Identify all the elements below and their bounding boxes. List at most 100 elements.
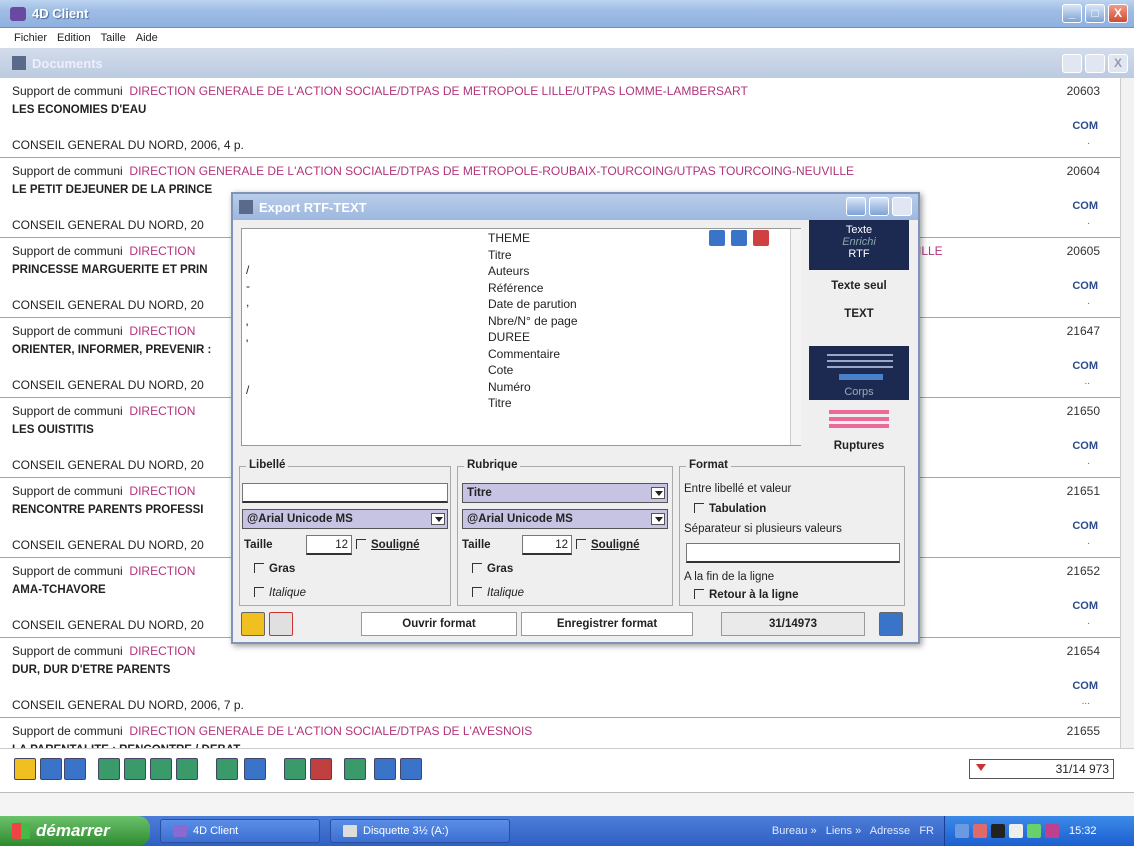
menu-aide[interactable]: Aide bbox=[136, 32, 158, 44]
record-publisher: CONSEIL GENERAL DU NORD, 20 bbox=[12, 618, 204, 632]
record-counter[interactable]: 31/14 973 bbox=[969, 759, 1114, 779]
rubrique-font-select[interactable]: @Arial Unicode MS bbox=[462, 509, 668, 529]
cancel-icon[interactable] bbox=[269, 612, 293, 636]
sort-icon[interactable] bbox=[310, 758, 332, 780]
libelle-group-title: Libellé bbox=[246, 459, 289, 471]
chevron-down-icon[interactable] bbox=[651, 513, 665, 525]
enregistrer-format-button[interactable]: Enregistrer format bbox=[521, 612, 693, 636]
export-icon[interactable] bbox=[374, 758, 396, 780]
validate-icon[interactable] bbox=[731, 230, 747, 246]
libelle-font-select[interactable]: @Arial Unicode MS bbox=[242, 509, 448, 529]
ruptures-button[interactable]: Ruptures bbox=[809, 408, 909, 460]
add-field-icon[interactable] bbox=[709, 230, 725, 246]
minimize-button[interactable]: _ bbox=[1062, 4, 1082, 23]
sync-icon[interactable] bbox=[1027, 824, 1041, 838]
export-field-item[interactable]: Numéro bbox=[488, 380, 531, 394]
chevron-down-icon[interactable] bbox=[431, 513, 445, 525]
export-field-item[interactable]: Référence bbox=[488, 281, 543, 295]
network-icon[interactable] bbox=[955, 824, 969, 838]
export-fields-list[interactable]: THEME Titre Auteurs Référence Date de paruti… bbox=[241, 228, 801, 446]
first-record-icon[interactable] bbox=[98, 758, 120, 780]
security-icon[interactable] bbox=[1045, 824, 1059, 838]
field-separator-mark: - bbox=[246, 279, 250, 293]
help-icon[interactable] bbox=[14, 758, 36, 780]
next-record-icon[interactable] bbox=[150, 758, 172, 780]
export-field-item[interactable]: Nbre/N° de page bbox=[488, 314, 578, 328]
dialog-close-button[interactable] bbox=[892, 197, 912, 216]
corps-button[interactable]: Corps bbox=[809, 346, 909, 400]
list-icon[interactable] bbox=[64, 758, 86, 780]
rtf-mode-button[interactable]: Texte Enrichi RTF bbox=[809, 220, 909, 270]
display-icon[interactable] bbox=[991, 824, 1005, 838]
chevron-down-icon[interactable] bbox=[651, 487, 665, 499]
libelle-group: Libellé @Arial Unicode MS Taille 12 Soul… bbox=[239, 459, 451, 606]
documents-minimize-button[interactable] bbox=[1062, 54, 1082, 73]
export-rtf-dialog: Export RTF-TEXT THEME Titre Auteurs Référen… bbox=[231, 192, 920, 644]
taskbar-4d-client[interactable]: 4D Client bbox=[160, 819, 320, 843]
previous-record-icon[interactable] bbox=[124, 758, 146, 780]
dropdown-arrow-icon[interactable] bbox=[976, 764, 986, 771]
dialog-icon bbox=[239, 200, 253, 214]
libelle-souligne-checkbox[interactable]: Souligné bbox=[356, 539, 420, 551]
record-row[interactable]: Support de communi DIRECTION GENERALE DE… bbox=[0, 78, 1120, 158]
menu-taille[interactable]: Taille bbox=[101, 32, 126, 44]
export-field-item[interactable]: Cote bbox=[488, 363, 513, 377]
record-publisher: CONSEIL GENERAL DU NORD, 20 bbox=[12, 378, 204, 392]
export-field-item[interactable]: Auteurs bbox=[488, 264, 529, 278]
last-record-icon[interactable] bbox=[176, 758, 198, 780]
menu-edition[interactable]: Edition bbox=[57, 32, 91, 44]
horizontal-scrollbar[interactable] bbox=[0, 792, 1134, 816]
rubrique-gras-checkbox[interactable]: Gras bbox=[472, 563, 513, 575]
export-field-item[interactable]: Date de parution bbox=[488, 297, 577, 311]
ouvrir-format-button[interactable]: Ouvrir format bbox=[361, 612, 517, 636]
libelle-gras-checkbox[interactable]: Gras bbox=[254, 563, 295, 575]
menu-fichier[interactable]: Fichier bbox=[14, 32, 47, 44]
texte-seul-button[interactable]: Texte seul TEXT bbox=[809, 280, 909, 320]
record-header: Support de communi DIRECTION GENERALE DE… bbox=[12, 164, 855, 178]
fields-scrollbar[interactable] bbox=[790, 229, 801, 445]
maximize-button[interactable]: □ bbox=[1085, 4, 1105, 23]
tabulation-checkbox[interactable]: Tabulation bbox=[694, 503, 766, 515]
antivirus-icon[interactable] bbox=[973, 824, 987, 838]
rubrique-size-input[interactable]: 12 bbox=[522, 535, 572, 555]
dialog-minimize-button[interactable] bbox=[846, 197, 866, 216]
taskbar-disquette[interactable]: Disquette 3½ (A:) bbox=[330, 819, 510, 843]
export-field-item[interactable]: DUREE bbox=[488, 330, 530, 344]
libelle-size-input[interactable]: 12 bbox=[306, 535, 352, 555]
settings-icon[interactable] bbox=[40, 758, 62, 780]
rubrique-field-select[interactable]: Titre bbox=[462, 483, 668, 503]
record-row[interactable]: Support de communi DIRECTION DUR, DUR D'E… bbox=[0, 638, 1120, 718]
export-execute-icon[interactable] bbox=[879, 612, 903, 636]
libelle-italique-checkbox[interactable]: Italique bbox=[254, 587, 306, 599]
export-field-item[interactable]: THEME bbox=[488, 231, 530, 245]
dialog-maximize-button[interactable] bbox=[869, 197, 889, 216]
windows-logo-icon bbox=[12, 823, 30, 839]
print-icon[interactable] bbox=[400, 758, 422, 780]
export-field-item[interactable]: Titre bbox=[488, 396, 512, 410]
export-field-item[interactable]: Commentaire bbox=[488, 347, 560, 361]
volume-icon[interactable] bbox=[1009, 824, 1023, 838]
retour-ligne-checkbox[interactable]: Retour à la ligne bbox=[694, 589, 798, 601]
separator-input[interactable] bbox=[686, 543, 900, 563]
rubrique-italique-checkbox[interactable]: Italique bbox=[472, 587, 524, 599]
libelle-input[interactable] bbox=[242, 483, 448, 503]
records-vertical-scrollbar[interactable] bbox=[1120, 78, 1134, 792]
search-record-icon[interactable] bbox=[284, 758, 306, 780]
delete-field-icon[interactable] bbox=[753, 230, 769, 246]
export-field-item[interactable]: Titre bbox=[488, 248, 512, 262]
record-row[interactable]: Support de communi DIRECTION GENERALE DE… bbox=[0, 718, 1120, 748]
rubrique-souligne-checkbox[interactable]: Souligné bbox=[576, 539, 640, 551]
field-separator-mark: / bbox=[246, 383, 250, 397]
select-icon[interactable] bbox=[344, 758, 366, 780]
record-type-code: COM bbox=[1072, 120, 1098, 132]
add-record-icon[interactable] bbox=[216, 758, 238, 780]
documents-close-button[interactable]: X bbox=[1108, 54, 1128, 73]
record-title: ORIENTER, INFORMER, PREVENIR : bbox=[12, 344, 212, 356]
documents-maximize-button[interactable] bbox=[1085, 54, 1105, 73]
save-icon[interactable] bbox=[244, 758, 266, 780]
record-number: 21647 bbox=[1066, 324, 1100, 338]
close-button[interactable]: X bbox=[1108, 4, 1128, 23]
record-number: 20604 bbox=[1066, 164, 1100, 178]
start-button[interactable]: démarrer bbox=[0, 816, 150, 846]
dialog-help-icon[interactable] bbox=[241, 612, 265, 636]
